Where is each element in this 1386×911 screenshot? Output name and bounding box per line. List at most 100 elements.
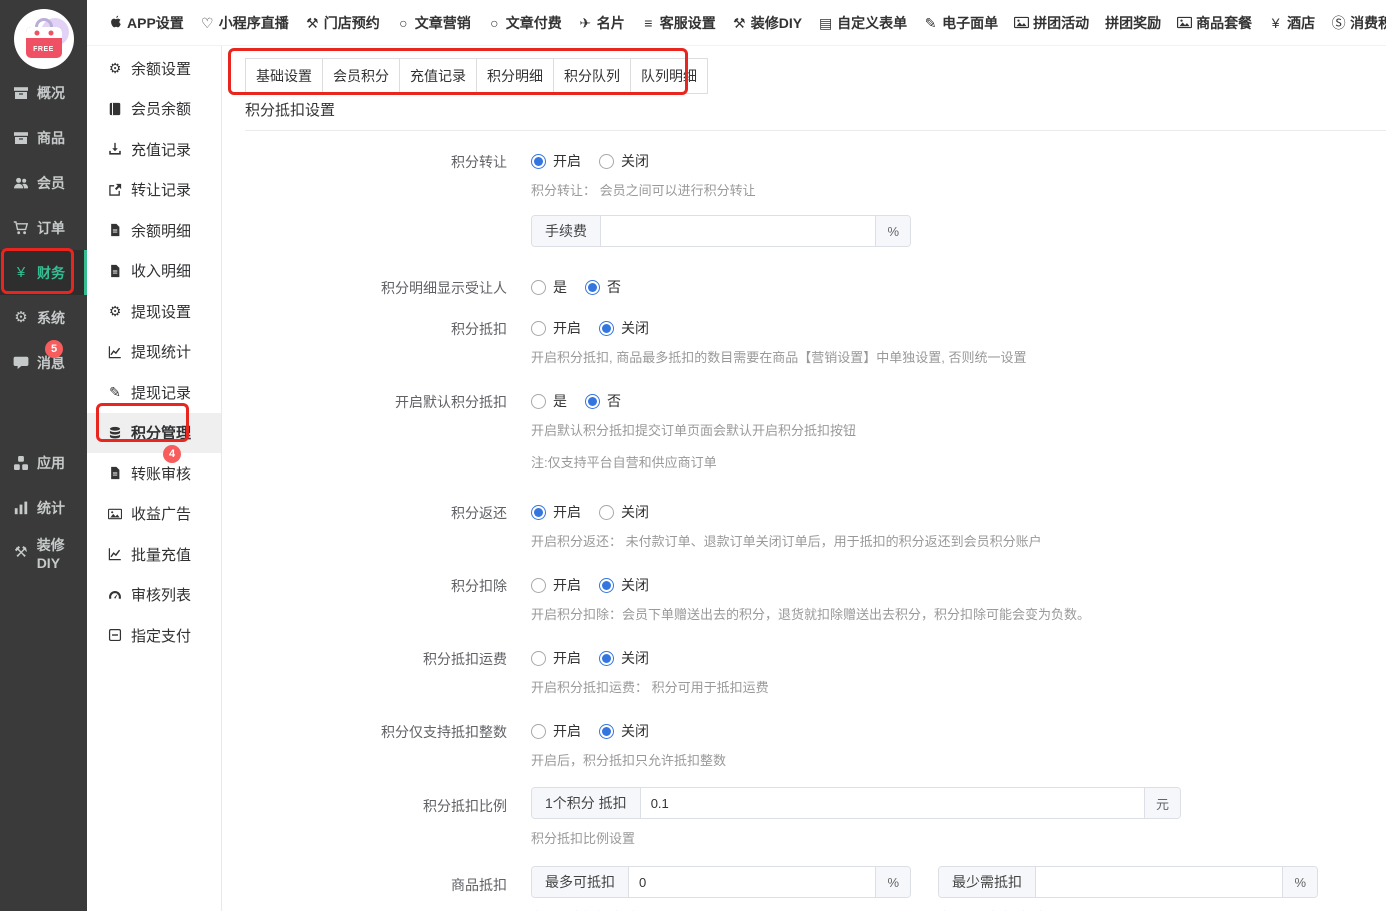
sub-sidebar: ⚙余额设置 会员余额 充值记录 转让记录 余额明细 收入明细 ⚙提现设置 提现统… — [87, 46, 222, 911]
topnav-diy[interactable]: ⚒装修DIY — [724, 13, 810, 33]
radio-selected-icon[interactable] — [531, 505, 546, 520]
topnav-group-reward[interactable]: 拼团奖励 — [1097, 13, 1169, 33]
radio-unselected-icon[interactable] — [531, 321, 546, 336]
input-suffix: % — [875, 216, 910, 246]
radio-selected-icon[interactable] — [599, 724, 614, 739]
subnav-withdraw-stats[interactable]: 提现统计 — [87, 332, 221, 373]
subnav-member-balance[interactable]: 会员余额 — [87, 89, 221, 130]
topnav-goods-package[interactable]: 商品套餐 — [1169, 13, 1260, 33]
radio-unselected-icon[interactable] — [599, 505, 614, 520]
sidebar-item-goods[interactable]: 商品 — [0, 115, 87, 160]
min-deduction-group: 最少需抵扣 % — [938, 866, 1318, 898]
radio-deduction-on[interactable]: 开启 — [531, 318, 581, 338]
topnav-custom-form[interactable]: ▤自定义表单 — [810, 13, 915, 33]
file-icon — [108, 264, 122, 278]
tab-points-queue[interactable]: 积分队列 — [553, 58, 631, 94]
radio-selected-icon[interactable] — [599, 578, 614, 593]
tab-basic-settings[interactable]: 基础设置 — [245, 58, 323, 94]
subnav-designated-payment[interactable]: 指定支付 — [87, 615, 221, 656]
radio-selected-icon[interactable] — [599, 321, 614, 336]
sidebar-item-diy[interactable]: ⚒ 装修DIY — [0, 530, 87, 575]
subnav-withdraw-settings[interactable]: ⚙提现设置 — [87, 291, 221, 332]
radio-freight-on[interactable]: 开启 — [531, 648, 581, 668]
hammer-icon: ⚒ — [732, 16, 747, 30]
radio-default-no[interactable]: 否 — [585, 391, 621, 411]
top-nav: APP设置 ♡小程序直播 ⚒门店预约 ○文章营销 ○文章付费 ✈名片 ≡客服设置… — [87, 0, 1386, 46]
subnav-audit-list[interactable]: 审核列表 — [87, 575, 221, 616]
topnav-business-card[interactable]: ✈名片 — [570, 13, 633, 33]
gear-icon: ⚙ — [108, 61, 122, 75]
radio-unselected-icon[interactable] — [531, 394, 546, 409]
radio-transfer-off[interactable]: 关闭 — [599, 151, 649, 171]
ratio-input[interactable] — [641, 788, 1144, 818]
sidebar-item-orders[interactable]: 订单 — [0, 205, 87, 250]
radio-default-yes[interactable]: 是 — [531, 391, 567, 411]
sidebar-item-statistics[interactable]: 统计 — [0, 485, 87, 530]
tab-queue-details[interactable]: 队列明细 — [630, 58, 708, 94]
tab-recharge-records[interactable]: 充值记录 — [399, 58, 477, 94]
image-icon — [1177, 15, 1192, 30]
subnav-batch-recharge[interactable]: 批量充值 — [87, 534, 221, 575]
topnav-app-settings[interactable]: APP设置 — [100, 13, 192, 33]
ratio-input-group: 1个积分 抵扣 元 — [531, 787, 1181, 819]
topnav-customer-service[interactable]: ≡客服设置 — [633, 13, 724, 33]
fee-input[interactable] — [601, 216, 875, 246]
radio-return-off[interactable]: 关闭 — [599, 502, 649, 522]
tab-member-points[interactable]: 会员积分 — [322, 58, 400, 94]
radio-deduction-off[interactable]: 关闭 — [599, 318, 649, 338]
sidebar-item-system[interactable]: ⚙ 系统 — [0, 295, 87, 340]
radio-selected-icon[interactable] — [585, 280, 600, 295]
sidebar-item-finance[interactable]: ¥ 财务 — [0, 250, 87, 295]
hint-text: 商品最高抵扣比例 — [531, 907, 911, 911]
subnav-transfer-records[interactable]: 转让记录 — [87, 170, 221, 211]
subnav-revenue-ads[interactable]: 收益广告 — [87, 494, 221, 535]
radio-freight-off[interactable]: 关闭 — [599, 648, 649, 668]
app-logo[interactable]: FREE — [0, 0, 87, 70]
radio-show-no[interactable]: 否 — [585, 277, 621, 297]
radio-integer-on[interactable]: 开启 — [531, 721, 581, 741]
sidebar-item-apps[interactable]: 应用 — [0, 440, 87, 485]
radio-transfer-on[interactable]: 开启 — [531, 151, 581, 171]
radio-unselected-icon[interactable] — [531, 578, 546, 593]
radio-integer-off[interactable]: 关闭 — [599, 721, 649, 741]
topnav-hotel[interactable]: ¥酒店 — [1260, 13, 1323, 33]
tab-points-details[interactable]: 积分明细 — [476, 58, 554, 94]
subnav-points-management[interactable]: 积分管理 — [87, 413, 221, 454]
topnav-consume-points[interactable]: Ⓢ消费积分 — [1323, 13, 1386, 33]
topnav-store-booking[interactable]: ⚒门店预约 — [297, 13, 388, 33]
subnav-balance-details[interactable]: 余额明细 — [87, 210, 221, 251]
subnav-balance-settings[interactable]: ⚙余额设置 — [87, 48, 221, 89]
max-deduction-input[interactable] — [629, 867, 875, 897]
topnav-miniprogram-live[interactable]: ♡小程序直播 — [192, 13, 297, 33]
topnav-article-paid[interactable]: ○文章付费 — [479, 13, 570, 33]
topnav-e-waybill[interactable]: ✎电子面单 — [915, 13, 1006, 33]
hammer-icon: ⚒ — [305, 16, 320, 30]
min-deduction-input[interactable] — [1036, 867, 1282, 897]
subnav-recharge-records[interactable]: 充值记录 — [87, 129, 221, 170]
external-link-icon — [108, 183, 122, 197]
radio-unselected-icon[interactable] — [531, 651, 546, 666]
sidebar-item-overview[interactable]: 概况 — [0, 70, 87, 115]
subnav-income-details[interactable]: 收入明细 — [87, 251, 221, 292]
radio-unselected-icon[interactable] — [531, 280, 546, 295]
radio-unselected-icon[interactable] — [599, 154, 614, 169]
sidebar-item-messages[interactable]: 消息 5 — [0, 340, 87, 385]
messages-badge: 5 — [45, 340, 63, 358]
radio-return-on[interactable]: 开启 — [531, 502, 581, 522]
radio-selected-icon[interactable] — [531, 154, 546, 169]
radio-show-yes[interactable]: 是 — [531, 277, 567, 297]
hint-text: 开启默认积分抵扣提交订单页面会默认开启积分抵扣按钮 — [531, 420, 1386, 439]
subnav-withdraw-records[interactable]: ✎提现记录 — [87, 372, 221, 413]
topnav-article-marketing[interactable]: ○文章营销 — [388, 13, 479, 33]
topnav-group-activity[interactable]: 拼团活动 — [1006, 13, 1097, 33]
radio-unselected-icon[interactable] — [531, 724, 546, 739]
radio-selected-icon[interactable] — [599, 651, 614, 666]
sidebar-item-members[interactable]: 会员 — [0, 160, 87, 205]
form-row-show-transferee: 积分明细显示受让人 是 否 — [245, 277, 1386, 298]
radio-deduct-on[interactable]: 开启 — [531, 575, 581, 595]
radio-deduct-off[interactable]: 关闭 — [599, 575, 649, 595]
radio-selected-icon[interactable] — [585, 394, 600, 409]
subnav-transfer-audit[interactable]: 转账审核4 — [87, 453, 221, 494]
gear-icon: ⚙ — [108, 304, 122, 318]
form-row-integer-only: 积分仅支持抵扣整数 开启 关闭 开启后，积分抵扣只允许抵扣整数 — [245, 721, 1386, 769]
